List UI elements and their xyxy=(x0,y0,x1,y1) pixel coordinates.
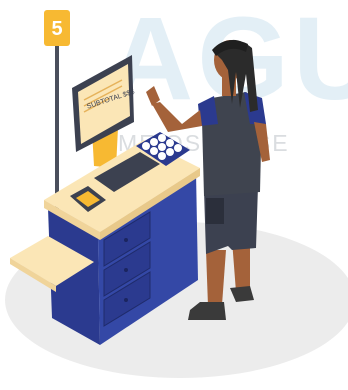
lane-pole xyxy=(55,40,59,215)
person-arm-raised xyxy=(152,102,202,132)
drawer-knob-2 xyxy=(124,268,128,272)
drawer-knob-3 xyxy=(124,298,128,302)
lane-number: 5 xyxy=(51,18,63,40)
kiosk-scene xyxy=(5,10,348,378)
drawer-knob-1 xyxy=(124,238,128,242)
illustration: AGU MEIOS DE SE xyxy=(0,0,348,390)
